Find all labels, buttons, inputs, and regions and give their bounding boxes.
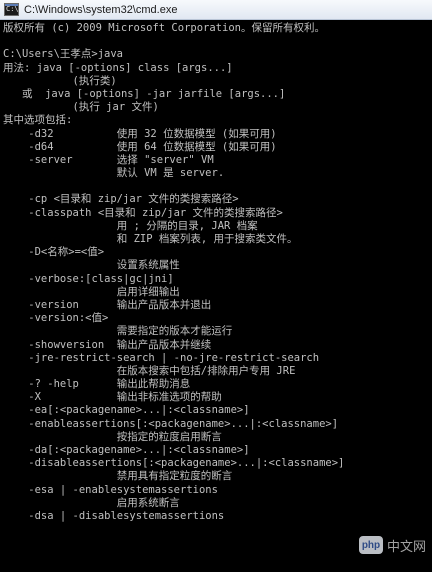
watermark-text: 中文网 bbox=[386, 538, 426, 554]
console-line: 在版本搜索中包括/排除用户专用 JRE bbox=[3, 364, 296, 377]
cmd-icon-glyph: C:\ bbox=[6, 5, 19, 13]
console-line: (执行类) bbox=[3, 74, 117, 87]
console-line: 禁用具有指定粒度的断言 bbox=[3, 470, 233, 483]
console-line: -disableassertions[:<packagename>...|:<c… bbox=[3, 457, 345, 470]
console-line: (执行 jar 文件) bbox=[3, 101, 159, 114]
console-line: 默认 VM 是 server. bbox=[3, 167, 225, 180]
console-line: 启用系统断言 bbox=[3, 496, 180, 509]
console-line: 用法: java [-options] class [args...] bbox=[3, 61, 233, 74]
console-line: -? -help 输出此帮助消息 bbox=[3, 378, 191, 391]
console-line: -da[:<packagename>...|:<classname>] bbox=[3, 444, 250, 456]
cmd-icon-bar bbox=[5, 4, 18, 6]
console-line: -showversion 输出产品版本并继续 bbox=[3, 338, 212, 351]
console-line: -jre-restrict-search | -no-jre-restrict-… bbox=[3, 351, 320, 364]
console-line: -enableassertions[:<packagename>...|:<cl… bbox=[3, 417, 339, 430]
console-line: -esa | -enablesystemassertions bbox=[3, 483, 218, 496]
title-bar[interactable]: C:\ C:\Windows\system32\cmd.exe bbox=[0, 0, 432, 20]
console-line: -verbose:[class|gc|jni] bbox=[3, 272, 174, 285]
watermark: php 中文网 bbox=[358, 534, 426, 556]
console-line: C:\Users\王孝点>java bbox=[3, 48, 124, 61]
console-line: 用 ; 分隔的目录, JAR 档案 bbox=[3, 219, 258, 232]
console-line: 其中选项包括: bbox=[3, 114, 73, 127]
window-title: C:\Windows\system32\cmd.exe bbox=[24, 4, 178, 16]
console-line: 设置系统属性 bbox=[3, 259, 180, 272]
console-line: 和 ZIP 档案列表, 用于搜索类文件。 bbox=[3, 233, 298, 245]
php-logo: php bbox=[358, 536, 383, 554]
console-line: -dsa | -disablesystemassertions bbox=[3, 509, 225, 522]
cmd-icon[interactable]: C:\ bbox=[4, 3, 19, 16]
console-line: 版权所有 (c) 2009 Microsoft Corporation。保留所有… bbox=[3, 22, 325, 34]
console-line: -d64 使用 64 位数据模型 (如果可用) bbox=[3, 140, 277, 153]
console-line: -version 输出产品版本并退出 bbox=[3, 298, 212, 311]
console-line: -X 输出非标准选项的帮助 bbox=[3, 391, 222, 404]
console-line: -cp <目录和 zip/jar 文件的类搜索路径> bbox=[3, 193, 239, 206]
console-line: -D<名称>=<值> bbox=[3, 246, 105, 259]
console-output-area[interactable]: 版权所有 (c) 2009 Microsoft Corporation。保留所有… bbox=[0, 20, 432, 572]
console-line: 需要指定的版本才能运行 bbox=[3, 325, 233, 338]
console-line: -ea[:<packagename>...|:<classname>] bbox=[3, 404, 250, 417]
console-line: 启用详细输出 bbox=[3, 285, 180, 298]
console-line: -server 选择 "server" VM bbox=[3, 153, 214, 166]
console-line: 或 java [-options] -jar jarfile [args...] bbox=[3, 87, 286, 100]
console-line: -d32 使用 32 位数据模型 (如果可用) bbox=[3, 127, 277, 140]
console-text: 版权所有 (c) 2009 Microsoft Corporation。保留所有… bbox=[3, 22, 344, 523]
console-line: -classpath <目录和 zip/jar 文件的类搜索路径> bbox=[3, 206, 283, 219]
console-line: -version:<值> bbox=[3, 312, 109, 325]
console-line: 按指定的粒度启用断言 bbox=[3, 430, 222, 443]
cmd-window: C:\ C:\Windows\system32\cmd.exe 版权所有 (c)… bbox=[0, 0, 432, 572]
